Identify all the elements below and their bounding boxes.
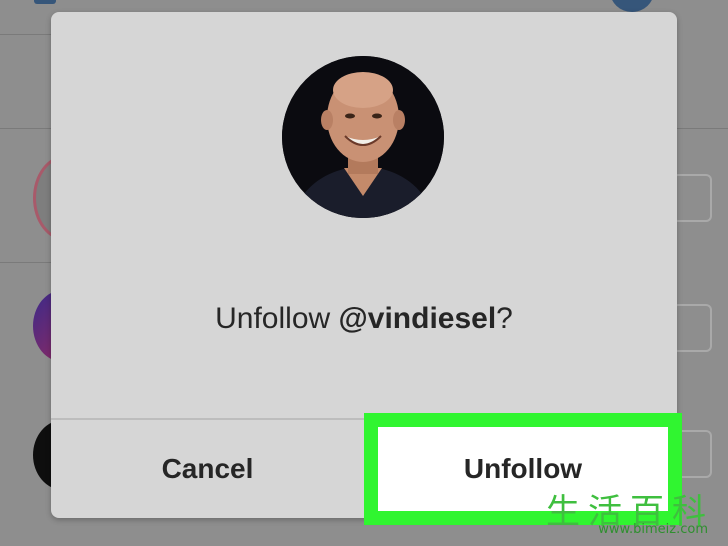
- divider: [0, 34, 51, 35]
- profile-photo-art: [282, 56, 444, 218]
- top-right-icon: [610, 0, 654, 12]
- cancel-label: Cancel: [161, 453, 254, 484]
- follow-button[interactable]: [672, 174, 712, 222]
- follow-button[interactable]: [672, 304, 712, 352]
- watermark-url: www.bimeiz.com: [598, 522, 708, 537]
- prompt-prefix: Unfollow: [215, 302, 339, 335]
- cancel-button[interactable]: Cancel: [51, 420, 364, 518]
- unfollow-prompt: Unfollow @vindiesel?: [51, 302, 677, 336]
- divider: [0, 262, 51, 263]
- watermark: 生活百科 www.bimeiz.com: [525, 484, 728, 546]
- top-app-icon: [34, 0, 56, 4]
- unfollow-label: Unfollow: [463, 453, 583, 484]
- divider: [0, 128, 51, 129]
- prompt-suffix: ?: [496, 302, 513, 335]
- divider: [677, 128, 728, 129]
- username: @vindiesel: [338, 302, 497, 335]
- profile-photo-icon: [282, 56, 444, 218]
